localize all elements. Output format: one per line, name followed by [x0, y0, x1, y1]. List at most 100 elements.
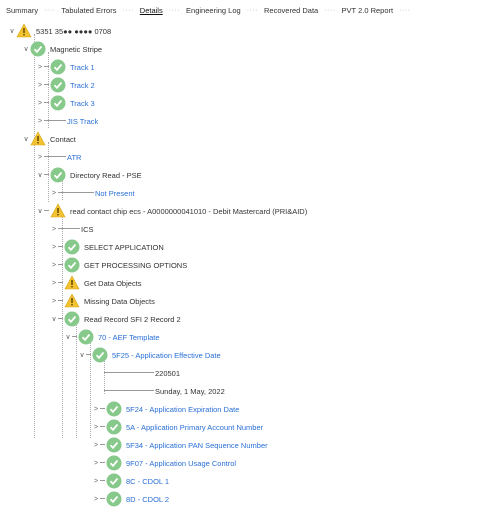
chevron-down-icon[interactable]: ∨: [36, 207, 44, 215]
tree-node-label: 5F24 - Application Expiration Date: [126, 404, 240, 414]
tree-node-label: 5351 35●● ●●●● 0708: [36, 26, 112, 36]
checkmark-icon: [64, 257, 80, 273]
tree-node-track-2[interactable]: > Track 2: [36, 76, 95, 94]
chevron-right-icon[interactable]: >: [92, 496, 100, 503]
tree-connector: [44, 174, 49, 176]
tree-connector: [44, 156, 66, 158]
chevron-right-icon[interactable]: >: [50, 262, 58, 269]
tree-node-label: GET PROCESSING OPTIONS: [84, 260, 188, 270]
chevron-down-icon[interactable]: ∨: [22, 45, 30, 53]
checkmark-icon: [106, 437, 122, 453]
chevron-right-icon[interactable]: >: [50, 298, 58, 305]
tree-node-pan-sequence[interactable]: > 5F34 - Application PAN Sequence Number: [92, 436, 268, 454]
tree-node-magnetic-stripe[interactable]: ∨ Magnetic Stripe: [22, 40, 102, 58]
tab-separator: ····: [246, 6, 259, 14]
warning-icon: [64, 275, 80, 291]
tree-connector: [58, 300, 63, 302]
tab-engineering-log[interactable]: Engineering Log: [186, 6, 241, 15]
checkmark-icon: [106, 455, 122, 471]
tree-node-cdol-2[interactable]: > 8D - CDOL 2: [92, 490, 169, 508]
chevron-right-icon[interactable]: >: [36, 154, 44, 161]
tab-recovered-data[interactable]: Recovered Data: [264, 6, 318, 15]
tree-connector: [72, 336, 77, 338]
tree-node-label: 5F34 - Application PAN Sequence Number: [126, 440, 268, 450]
chevron-right-icon[interactable]: >: [92, 478, 100, 485]
tree-connector: [58, 264, 63, 266]
chevron-right-icon[interactable]: >: [50, 244, 58, 251]
tree-node-expiration-date[interactable]: > 5F24 - Application Expiration Date: [92, 400, 239, 418]
tree-node-usage-control[interactable]: > 9F07 - Application Usage Control: [92, 454, 236, 472]
chevron-right-icon[interactable]: >: [92, 424, 100, 431]
chevron-down-icon[interactable]: ∨: [22, 135, 30, 143]
tree-node-get-data-objects[interactable]: > Get Data Objects: [50, 274, 142, 292]
tree-node-effective-date[interactable]: ∨ 5F25 - Application Effective Date: [78, 346, 221, 364]
tab-pvt-report[interactable]: PVT 2.0 Report: [342, 6, 394, 15]
tree-node-label: Track 1: [70, 62, 95, 72]
tree-node-label: 8D - CDOL 2: [126, 494, 170, 504]
chevron-right-icon[interactable]: >: [36, 118, 44, 125]
tree-node-card[interactable]: ∨ 5351 35●● ●●●● 0708: [8, 22, 111, 40]
tree-node-read-contact-chip[interactable]: ∨ read contact chip ecs - A0000000041010…: [36, 202, 307, 220]
tree-connector: [58, 318, 63, 320]
tree-node-cdol-1[interactable]: > 8C - CDOL 1: [92, 472, 169, 490]
tree-node-label: 70 - AEF Template: [98, 332, 160, 342]
tree-connector: [100, 444, 105, 446]
tree-node-aef-template[interactable]: ∨ 70 - AEF Template: [64, 328, 160, 346]
checkmark-icon: [64, 239, 80, 255]
chevron-right-icon[interactable]: >: [36, 64, 44, 71]
tree-node-pan[interactable]: > 5A - Application Primary Account Numbe…: [92, 418, 263, 436]
chevron-right-icon[interactable]: >: [50, 190, 58, 197]
chevron-right-icon[interactable]: >: [36, 82, 44, 89]
tree-node-jis-track[interactable]: > JIS Track: [36, 112, 98, 130]
warning-icon: [50, 203, 66, 219]
tree-node-missing-data-objects[interactable]: > Missing Data Objects: [50, 292, 155, 310]
tree-node-read-record[interactable]: ∨ Read Record SFI 2 Record 2: [50, 310, 181, 328]
tree-node-label: 8C - CDOL 1: [126, 476, 170, 486]
tab-separator: ····: [44, 6, 56, 14]
tree-node-track-1[interactable]: > Track 1: [36, 58, 95, 76]
tab-tabulated-errors[interactable]: Tabulated Errors: [61, 6, 116, 15]
tree-node-label: Magnetic Stripe: [50, 44, 103, 54]
chevron-right-icon[interactable]: >: [92, 460, 100, 467]
tree-node-contact[interactable]: ∨ Contact: [22, 130, 76, 148]
chevron-right-icon[interactable]: >: [36, 100, 44, 107]
details-tree: ∨ 5351 35●● ●●●● 0708 ∨ Magnetic Stripe …: [0, 22, 489, 507]
tree-connector: [58, 246, 63, 248]
chevron-right-icon[interactable]: >: [50, 226, 58, 233]
tree-node-atr[interactable]: > ATR: [36, 148, 82, 166]
tree-connector: [100, 408, 105, 410]
tree-connector: [100, 462, 105, 464]
tab-separator: ····: [122, 6, 134, 14]
tree-node-label: Track 3: [70, 98, 95, 108]
tree-connector: [104, 390, 154, 392]
tab-summary[interactable]: Summary: [6, 6, 38, 15]
chevron-right-icon[interactable]: >: [50, 280, 58, 287]
chevron-right-icon[interactable]: >: [92, 406, 100, 413]
chevron-down-icon[interactable]: ∨: [50, 315, 58, 323]
tree-node-label: 9F07 - Application Usage Control: [126, 458, 237, 468]
tree-node-not-present[interactable]: > Not Present: [50, 184, 135, 202]
tab-separator: ····: [168, 6, 181, 14]
checkmark-icon: [92, 347, 108, 363]
tree-node-select-application[interactable]: > SELECT APPLICATION: [50, 238, 164, 256]
chevron-down-icon[interactable]: ∨: [64, 333, 72, 341]
checkmark-icon: [64, 311, 80, 327]
tree-node-directory-read[interactable]: ∨ Directory Read - PSE: [36, 166, 142, 184]
tree-connector: [100, 498, 105, 500]
tree-node-label: ICS: [81, 224, 94, 234]
tree-connector: [44, 102, 49, 104]
tree-node-get-processing-options[interactable]: > GET PROCESSING OPTIONS: [50, 256, 187, 274]
tree-connector: [58, 192, 94, 194]
chevron-down-icon[interactable]: ∨: [36, 171, 44, 179]
chevron-down-icon[interactable]: ∨: [8, 27, 16, 35]
tree-node-ics[interactable]: > ICS: [50, 220, 94, 238]
tree-node-label: JIS Track: [67, 116, 99, 126]
tree-node-label: ATR: [67, 152, 82, 162]
checkmark-icon: [50, 167, 66, 183]
tree-node-track-3[interactable]: > Track 3: [36, 94, 95, 112]
tree-node-label: Get Data Objects: [84, 278, 142, 288]
tab-details[interactable]: Details: [140, 6, 163, 15]
chevron-down-icon[interactable]: ∨: [78, 351, 86, 359]
chevron-right-icon[interactable]: >: [92, 442, 100, 449]
warning-icon: [16, 23, 32, 39]
